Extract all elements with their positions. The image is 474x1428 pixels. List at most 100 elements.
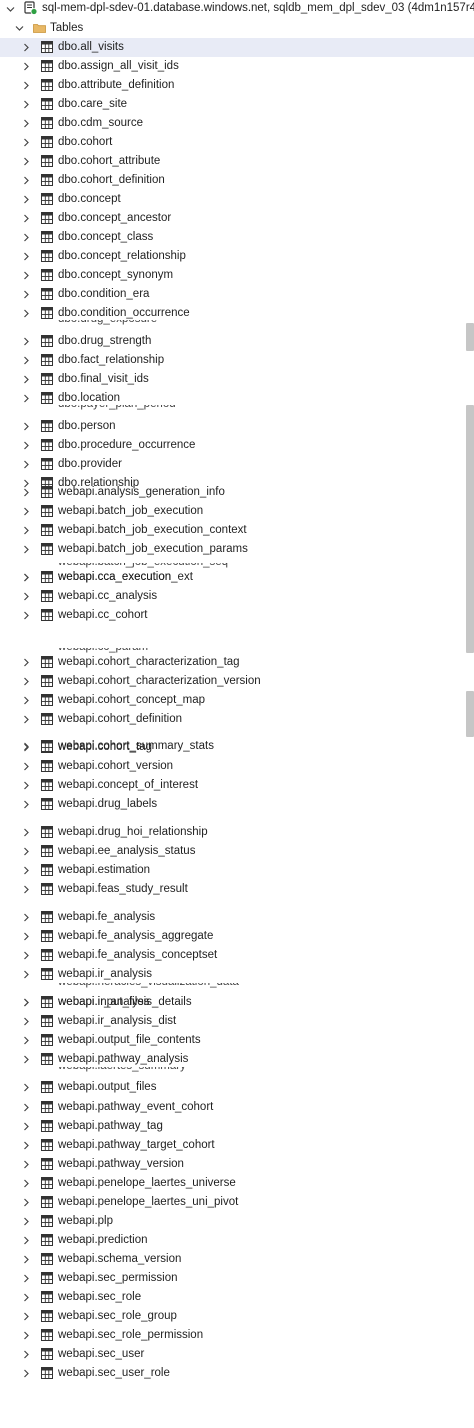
table-row[interactable]: webapi.ir_analysis: [0, 965, 474, 984]
table-row[interactable]: webapi.input_files: [0, 993, 474, 1012]
table-row[interactable]: webapi.cohort_concept_map: [0, 691, 474, 710]
table-row[interactable]: webapi.sec_role_permission: [0, 1326, 474, 1345]
chevron-right-icon[interactable]: [22, 507, 30, 516]
chevron-down-icon[interactable]: [15, 24, 24, 32]
table-row[interactable]: webapi.penelope_laertes_universe: [0, 1174, 474, 1193]
chevron-right-icon[interactable]: [22, 195, 30, 204]
table-row[interactable]: dbo.all_visits: [0, 38, 474, 57]
chevron-right-icon[interactable]: [22, 81, 30, 90]
chevron-right-icon[interactable]: [22, 337, 30, 346]
table-row[interactable]: dbo.concept_synonym: [0, 266, 474, 285]
chevron-right-icon[interactable]: [22, 309, 30, 318]
table-row[interactable]: webapi.cc_cohort: [0, 606, 474, 625]
table-row[interactable]: webapi.batch_job_execution_params: [0, 540, 474, 559]
table-row[interactable]: webapi.drug_labels: [0, 795, 474, 814]
chevron-right-icon[interactable]: [22, 356, 30, 365]
table-row[interactable]: webapi.cohort_summary_stats: [0, 737, 474, 756]
table-row[interactable]: webapi.ir_analysis_dist: [0, 1012, 474, 1031]
chevron-right-icon[interactable]: [22, 828, 30, 837]
chevron-right-icon[interactable]: [22, 970, 30, 979]
chevron-right-icon[interactable]: [22, 176, 30, 185]
chevron-right-icon[interactable]: [22, 1236, 30, 1245]
table-row[interactable]: dbo.condition_era: [0, 285, 474, 304]
chevron-right-icon[interactable]: [22, 913, 30, 922]
table-row[interactable]: webapi.cohort_definition: [0, 710, 474, 729]
chevron-right-icon[interactable]: [22, 715, 30, 724]
chevron-right-icon[interactable]: [22, 460, 30, 469]
chevron-right-icon[interactable]: [22, 866, 30, 875]
table-row[interactable]: dbo.person: [0, 417, 474, 436]
table-row[interactable]: dbo.concept_class: [0, 228, 474, 247]
chevron-right-icon[interactable]: [22, 233, 30, 242]
chevron-right-icon[interactable]: [22, 847, 30, 856]
chevron-right-icon[interactable]: [22, 1217, 30, 1226]
chevron-right-icon[interactable]: [22, 545, 30, 554]
table-row[interactable]: webapi.drug_hoi_relationship: [0, 823, 474, 842]
table-row[interactable]: dbo.concept: [0, 190, 474, 209]
chevron-right-icon[interactable]: [22, 394, 30, 403]
chevron-right-icon[interactable]: [22, 157, 30, 166]
table-row[interactable]: webapi.cohort_characterization_tag: [0, 653, 474, 672]
chevron-right-icon[interactable]: [22, 781, 30, 790]
table-row[interactable]: webapi.pathway_event_cohort: [0, 1098, 474, 1117]
chevron-right-icon[interactable]: [22, 43, 30, 52]
table-row[interactable]: webapi.estimation: [0, 861, 474, 880]
table-row[interactable]: webapi.cca_execution: [0, 568, 474, 587]
chevron-right-icon[interactable]: [22, 1179, 30, 1188]
table-row[interactable]: dbo.attribute_definition: [0, 76, 474, 95]
chevron-right-icon[interactable]: [22, 1350, 30, 1359]
table-row[interactable]: webapi.batch_job_execution_context: [0, 521, 474, 540]
table-row[interactable]: webapi.cohort_version: [0, 757, 474, 776]
table-row[interactable]: webapi.feas_study_result: [0, 880, 474, 899]
chevron-right-icon[interactable]: [22, 1160, 30, 1169]
table-row[interactable]: webapi.plp: [0, 1212, 474, 1231]
chevron-right-icon[interactable]: [22, 441, 30, 450]
table-row[interactable]: dbo.procedure_occurrence: [0, 436, 474, 455]
table-row[interactable]: dbo.cdm_source: [0, 114, 474, 133]
table-row[interactable]: webapi.output_file_contents: [0, 1031, 474, 1050]
chevron-down-icon[interactable]: [6, 5, 15, 13]
chevron-right-icon[interactable]: [22, 62, 30, 71]
chevron-right-icon[interactable]: [22, 1369, 30, 1378]
table-row[interactable]: dbo.concept_ancestor: [0, 209, 474, 228]
chevron-right-icon[interactable]: [22, 526, 30, 535]
table-row[interactable]: webapi.fe_analysis_aggregate: [0, 927, 474, 946]
chevron-right-icon[interactable]: [22, 1274, 30, 1283]
table-row[interactable]: dbo.concept_relationship: [0, 247, 474, 266]
chevron-right-icon[interactable]: [22, 1055, 30, 1064]
chevron-right-icon[interactable]: [22, 742, 30, 751]
table-row[interactable]: webapi.output_files: [0, 1078, 474, 1097]
table-row[interactable]: webapi.prediction: [0, 1231, 474, 1250]
table-row[interactable]: dbo.assign_all_visit_ids: [0, 57, 474, 76]
connection-node[interactable]: sql-mem-dpl-sdev-01.database.windows.net…: [0, 0, 474, 19]
chevron-right-icon[interactable]: [22, 1036, 30, 1045]
chevron-right-icon[interactable]: [22, 573, 30, 582]
chevron-right-icon[interactable]: [22, 800, 30, 809]
chevron-right-icon[interactable]: [22, 1122, 30, 1131]
table-row[interactable]: webapi.pathway_target_cohort: [0, 1136, 474, 1155]
table-row[interactable]: webapi.cc_analysis: [0, 587, 474, 606]
chevron-right-icon[interactable]: [22, 932, 30, 941]
table-row[interactable]: dbo.drug_strength: [0, 332, 474, 351]
chevron-right-icon[interactable]: [22, 1331, 30, 1340]
chevron-right-icon[interactable]: [22, 214, 30, 223]
chevron-right-icon[interactable]: [22, 119, 30, 128]
table-row[interactable]: dbo.care_site: [0, 95, 474, 114]
chevron-right-icon[interactable]: [22, 611, 30, 620]
table-row[interactable]: webapi.sec_role_group: [0, 1307, 474, 1326]
table-row[interactable]: webapi.analysis_generation_info: [0, 483, 474, 502]
chevron-right-icon[interactable]: [22, 138, 30, 147]
chevron-right-icon[interactable]: [22, 885, 30, 894]
chevron-right-icon[interactable]: [22, 271, 30, 280]
table-row[interactable]: webapi.penelope_laertes_uni_pivot: [0, 1193, 474, 1212]
chevron-right-icon[interactable]: [22, 677, 30, 686]
table-row[interactable]: dbo.cohort: [0, 133, 474, 152]
chevron-right-icon[interactable]: [22, 1293, 30, 1302]
table-row[interactable]: dbo.fact_relationship: [0, 351, 474, 370]
table-row[interactable]: webapi.concept_of_interest: [0, 776, 474, 795]
table-row[interactable]: dbo.cohort_definition: [0, 171, 474, 190]
table-row[interactable]: webapi.sec_permission: [0, 1269, 474, 1288]
table-row[interactable]: webapi.batch_job_execution: [0, 502, 474, 521]
chevron-right-icon[interactable]: [22, 1141, 30, 1150]
chevron-right-icon[interactable]: [22, 1255, 30, 1264]
